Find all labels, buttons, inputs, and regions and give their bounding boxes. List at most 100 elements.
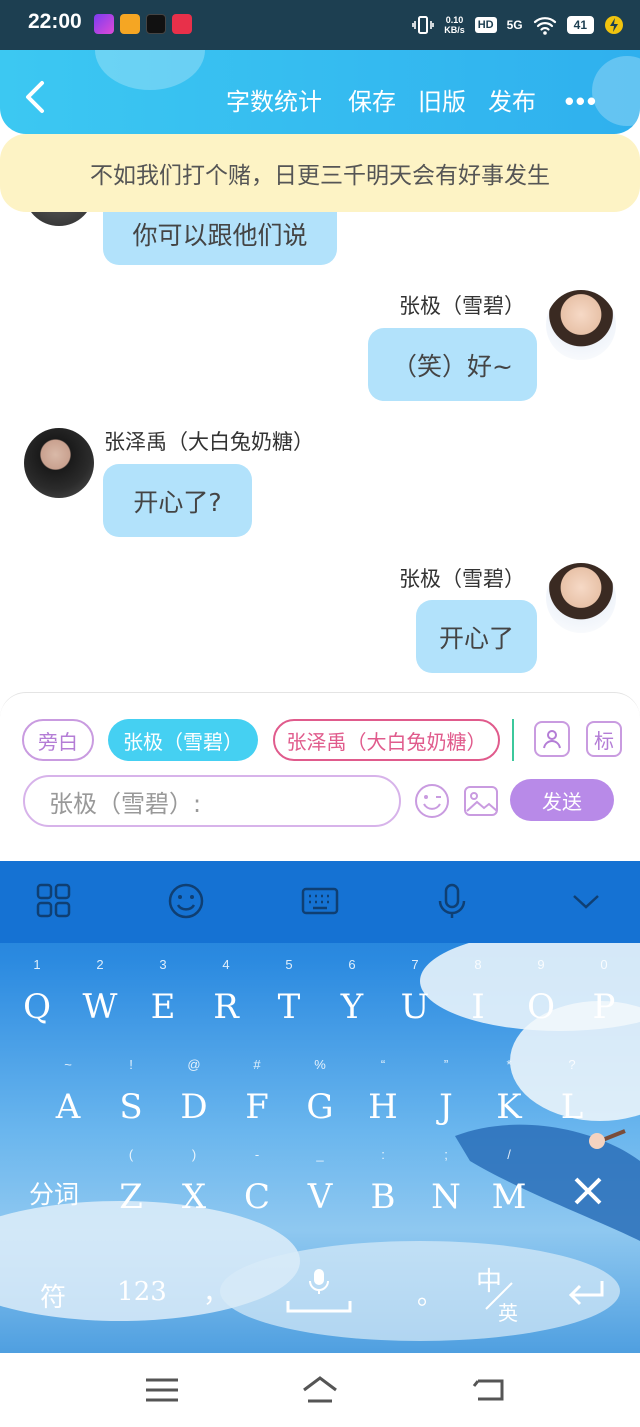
- key-label: H: [368, 1087, 398, 1127]
- key-x[interactable]: ) X: [162, 1143, 226, 1229]
- delete-key[interactable]: [570, 1173, 606, 1209]
- segment-key[interactable]: 分词: [24, 1175, 84, 1211]
- key-label: K: [496, 1087, 522, 1127]
- key-l[interactable]: ? L: [540, 1053, 604, 1139]
- net-speed: 0.10 KB/s: [444, 15, 465, 35]
- key-o[interactable]: 9O: [509, 953, 573, 1039]
- tag-button[interactable]: 标: [586, 721, 622, 757]
- emoji-icon[interactable]: [414, 783, 450, 819]
- system-nav-bar: [0, 1353, 640, 1427]
- role-chip[interactable]: 张泽禹（大白兔奶糖）: [273, 719, 500, 761]
- message-bubble: （笑）好~: [368, 328, 537, 401]
- add-role-icon[interactable]: [534, 721, 570, 757]
- key-label: L: [560, 1087, 584, 1127]
- word-count-button[interactable]: 字数统计: [226, 82, 322, 117]
- menu-icon[interactable]: [142, 1373, 182, 1407]
- period-key[interactable]: 。: [410, 1275, 450, 1312]
- key-hint: *: [506, 1057, 512, 1072]
- image-icon[interactable]: [463, 783, 499, 819]
- space-key[interactable]: [286, 1265, 352, 1315]
- key-label: Q: [23, 987, 51, 1027]
- avatar: [24, 212, 94, 226]
- key-label: P: [592, 987, 616, 1027]
- hd-badge: HD: [474, 17, 497, 33]
- key-h[interactable]: “H: [351, 1053, 415, 1139]
- back-icon[interactable]: [468, 1373, 508, 1407]
- key-label: T: [277, 987, 301, 1027]
- key-q[interactable]: 1Q: [5, 953, 69, 1039]
- key-u[interactable]: 7U: [383, 953, 447, 1039]
- key-i[interactable]: 8I: [446, 953, 510, 1039]
- speaker-name: 张泽禹（大白兔奶糖）: [104, 430, 314, 454]
- key-label: G: [306, 1087, 334, 1127]
- symbols-key[interactable]: 符: [30, 1277, 76, 1314]
- emoji-icon[interactable]: [166, 881, 206, 921]
- key-e[interactable]: 3E: [131, 953, 195, 1039]
- keyboard-toolbar: [0, 861, 640, 943]
- more-options-icon[interactable]: •••: [565, 86, 598, 117]
- speaker-name: 张极（雪碧）: [399, 294, 525, 318]
- key-hint: ~: [64, 1057, 72, 1072]
- key-d[interactable]: @ D: [162, 1053, 226, 1139]
- key-y[interactable]: 6Y: [320, 953, 384, 1039]
- key-hint: _: [316, 1147, 324, 1162]
- old-version-button[interactable]: 旧版: [418, 82, 466, 117]
- key-t[interactable]: 5T: [257, 953, 321, 1039]
- key-label: O: [527, 987, 555, 1027]
- key-label: B: [370, 1177, 396, 1217]
- key-v[interactable]: _ V: [288, 1143, 352, 1229]
- avatar: [546, 563, 616, 633]
- role-chip-narration[interactable]: 旁白: [22, 719, 94, 761]
- key-g[interactable]: % G: [288, 1053, 352, 1139]
- keyboard-layout-icon[interactable]: [300, 881, 340, 921]
- message-input[interactable]: 张极（雪碧）:: [23, 775, 401, 827]
- key-r[interactable]: 4R: [194, 953, 258, 1039]
- publish-button[interactable]: 发布: [488, 82, 536, 117]
- key-hint: (: [128, 1147, 134, 1162]
- collapse-keyboard-icon[interactable]: [566, 881, 606, 921]
- back-arrow-icon[interactable]: [20, 80, 50, 114]
- role-chip-partial[interactable]: [512, 719, 518, 761]
- status-time: 22:00: [28, 10, 82, 33]
- key-s[interactable]: ! S: [99, 1053, 163, 1139]
- key-m[interactable]: / M: [477, 1143, 541, 1229]
- numbers-key[interactable]: 123: [110, 1277, 174, 1307]
- key-hint: ): [191, 1147, 197, 1162]
- key-n[interactable]: ; N: [414, 1143, 478, 1229]
- key-hint: ?: [568, 1057, 576, 1072]
- chat-area[interactable]: 你可以跟他们说 张极（雪碧） （笑）好~ 张泽禹（大白兔奶糖） 开心了? 张极（…: [0, 212, 640, 692]
- enter-key[interactable]: [566, 1277, 606, 1307]
- key-hint: 5: [285, 957, 293, 972]
- key-f[interactable]: # F: [225, 1053, 289, 1139]
- microphone-icon[interactable]: [432, 881, 472, 921]
- send-button[interactable]: 发送: [510, 779, 614, 821]
- decor-bubble: [95, 50, 205, 90]
- key-j[interactable]: ” J: [414, 1053, 478, 1139]
- home-icon[interactable]: [300, 1373, 340, 1407]
- weibo-app-icon: [120, 14, 140, 34]
- key-w[interactable]: 2W: [68, 953, 132, 1039]
- key-z[interactable]: (Z: [99, 1143, 163, 1229]
- grid-menu-icon[interactable]: [34, 881, 74, 921]
- key-hint: ;: [444, 1147, 448, 1162]
- key-label: I: [471, 987, 485, 1027]
- comma-key[interactable]: ，: [196, 1273, 236, 1310]
- notice-banner: 不如我们打个赌，日更三千明天会有好事发生: [0, 134, 640, 212]
- key-hint: 7: [411, 957, 419, 972]
- message-bubble: 开心了?: [103, 464, 252, 537]
- key-b[interactable]: :B: [351, 1143, 415, 1229]
- key-label: W: [82, 987, 118, 1027]
- red-app-icon: [172, 14, 192, 34]
- key-p[interactable]: 0P: [572, 953, 636, 1039]
- key-label: J: [439, 1087, 453, 1127]
- save-button[interactable]: 保存: [348, 82, 396, 117]
- key-label: Z: [119, 1177, 143, 1217]
- key-label: A: [55, 1087, 81, 1127]
- wifi-icon: [533, 17, 556, 35]
- role-chip-active[interactable]: 张极（雪碧）: [108, 719, 258, 761]
- language-switch-key[interactable]: 中 英: [476, 1261, 526, 1325]
- key-k[interactable]: * K: [477, 1053, 541, 1139]
- key-hint: 8: [474, 957, 482, 972]
- key-a[interactable]: ~ A: [36, 1053, 100, 1139]
- key-c[interactable]: -C: [225, 1143, 289, 1229]
